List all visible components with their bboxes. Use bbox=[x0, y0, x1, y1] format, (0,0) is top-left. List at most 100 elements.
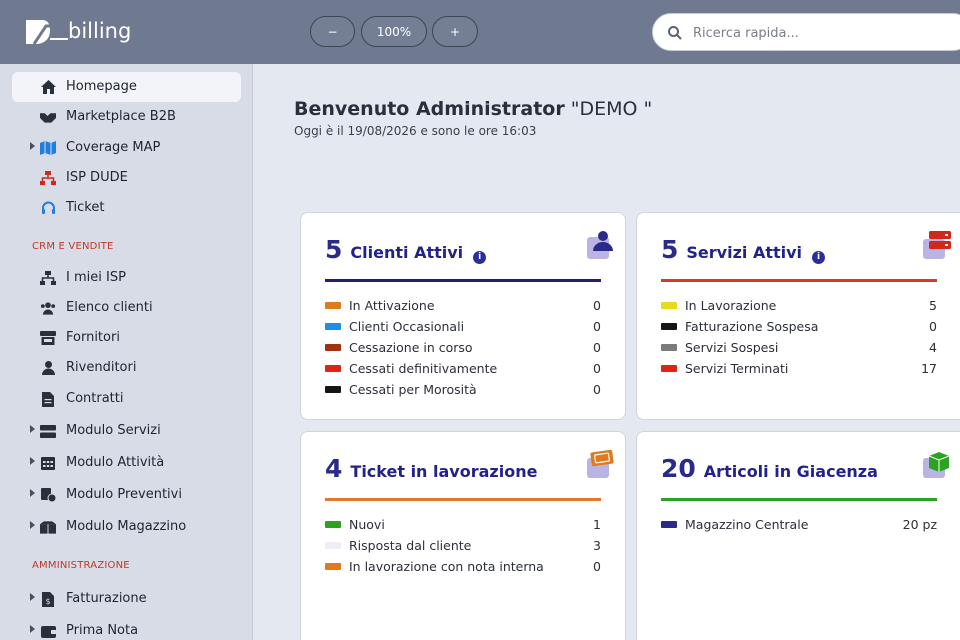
logo-text: billing bbox=[68, 19, 132, 43]
sidebar-item-label: ISP DUDE bbox=[66, 170, 128, 185]
status-value: 0 bbox=[593, 361, 601, 376]
map-icon bbox=[40, 140, 56, 156]
sidebar-item-modulo-magazzino[interactable]: Modulo Magazzino bbox=[12, 512, 241, 542]
sidebar-item-label: Homepage bbox=[66, 79, 137, 94]
chevron-right-icon bbox=[30, 489, 35, 497]
status-list: In Attivazione 0 Clienti Occasionali 0 C… bbox=[325, 296, 601, 401]
status-row[interactable]: Nuovi 1 bbox=[325, 515, 601, 536]
user-icon bbox=[587, 231, 613, 259]
chevron-right-icon bbox=[30, 457, 35, 465]
status-label: Servizi Sospesi bbox=[685, 340, 779, 355]
card-rule bbox=[325, 279, 601, 282]
status-swatch bbox=[661, 344, 677, 351]
sidebar-item-label: Coverage MAP bbox=[66, 140, 161, 155]
card-rule bbox=[325, 498, 601, 501]
sidebar-item-homepage[interactable]: Homepage bbox=[12, 72, 241, 102]
sidebar-item-label: Fatturazione bbox=[66, 591, 147, 606]
sidebar-item-isp-dude[interactable]: ISP DUDE bbox=[12, 163, 241, 193]
sidebar-item-modulo-attivita[interactable]: Modulo Attività bbox=[12, 448, 241, 478]
card-clienti-attivi[interactable]: 5 Clienti Attivi i In Attivazione 0 Clie… bbox=[300, 212, 626, 420]
card-count: 20 bbox=[661, 454, 696, 483]
date-text: Oggi è il 19/08/2026 e sono le ore 16:03 bbox=[294, 124, 537, 138]
status-label: Cessati per Morosità bbox=[349, 382, 477, 397]
zoom-in-button[interactable]: + bbox=[432, 16, 478, 47]
sidebar-item-elenco-clienti[interactable]: Elenco clienti bbox=[12, 293, 241, 323]
welcome-heading: Benvenuto Administrator "DEMO " bbox=[294, 98, 652, 120]
store-icon bbox=[40, 330, 56, 346]
ticket-icon bbox=[587, 449, 614, 478]
status-row[interactable]: Cessati definitivamente 0 bbox=[325, 359, 601, 380]
status-swatch bbox=[325, 302, 341, 309]
card-ticket-in-lavorazione[interactable]: 4 Ticket in lavorazione Nuovi 1 Risposta… bbox=[300, 431, 626, 640]
status-value: 0 bbox=[593, 382, 601, 397]
sidebar-item-label: Elenco clienti bbox=[66, 300, 153, 315]
status-list: Magazzino Centrale 20 pz bbox=[661, 515, 937, 536]
sidebar-item-label: Modulo Servizi bbox=[66, 423, 161, 438]
status-row[interactable]: Servizi Sospesi 4 bbox=[661, 338, 937, 359]
status-row[interactable]: Magazzino Centrale 20 pz bbox=[661, 515, 937, 536]
headset-icon bbox=[40, 200, 56, 216]
status-list: In Lavorazione 5 Fatturazione Sospesa 0 … bbox=[661, 296, 937, 380]
status-row[interactable]: In Lavorazione 5 bbox=[661, 296, 937, 317]
card-count: 4 bbox=[325, 454, 343, 483]
card-rule bbox=[661, 279, 937, 282]
sidebar-item-modulo-preventivi[interactable]: Modulo Preventivi bbox=[12, 480, 241, 510]
status-row[interactable]: Clienti Occasionali 0 bbox=[325, 317, 601, 338]
status-value: 0 bbox=[929, 319, 937, 334]
status-value: 3 bbox=[593, 538, 601, 553]
box-icon bbox=[923, 452, 950, 478]
info-icon[interactable]: i bbox=[473, 251, 487, 264]
sidebar-item-prima-nota[interactable]: Prima Nota bbox=[12, 616, 241, 640]
network-icon bbox=[40, 270, 56, 286]
status-swatch bbox=[325, 542, 341, 549]
chevron-right-icon bbox=[30, 625, 35, 633]
app-logo[interactable]: billing bbox=[24, 18, 131, 46]
sidebar-item-rivenditori[interactable]: Rivenditori bbox=[12, 353, 241, 383]
search-input[interactable] bbox=[693, 22, 943, 44]
quick-search[interactable] bbox=[652, 13, 960, 51]
status-row[interactable]: Servizi Terminati 17 bbox=[661, 359, 937, 380]
user-tie-icon bbox=[40, 360, 56, 376]
status-row[interactable]: Risposta dal cliente 3 bbox=[325, 536, 601, 557]
info-icon[interactable]: i bbox=[812, 251, 826, 264]
calendar-icon bbox=[40, 455, 56, 471]
status-label: Cessati definitivamente bbox=[349, 361, 498, 376]
chevron-right-icon bbox=[30, 425, 35, 433]
sidebar-item-marketplace[interactable]: Marketplace B2B bbox=[12, 102, 241, 132]
sidebar-item-fatturazione[interactable]: $ Fatturazione bbox=[12, 584, 241, 614]
card-servizi-attivi[interactable]: 5 Servizi Attivi i In Lavorazione 5 Fatt… bbox=[636, 212, 960, 420]
logo-mark-icon bbox=[26, 20, 68, 45]
sidebar-item-label: Contratti bbox=[66, 391, 124, 406]
sidebar-item-coverage-map[interactable]: Coverage MAP bbox=[12, 133, 241, 163]
sidebar-item-miei-isp[interactable]: I miei ISP bbox=[12, 263, 241, 293]
status-value: 5 bbox=[929, 298, 937, 313]
status-value: 20 pz bbox=[902, 517, 937, 532]
sidebar-item-modulo-servizi[interactable]: Modulo Servizi bbox=[12, 416, 241, 446]
sidebar-item-fornitori[interactable]: Fornitori bbox=[12, 323, 241, 353]
status-swatch bbox=[325, 344, 341, 351]
status-swatch bbox=[325, 563, 341, 570]
status-row[interactable]: Cessazione in corso 0 bbox=[325, 338, 601, 359]
home-icon bbox=[40, 79, 56, 95]
zoom-level-button[interactable]: 100% bbox=[361, 16, 427, 47]
status-swatch bbox=[325, 386, 341, 393]
svg-text:$: $ bbox=[45, 597, 50, 606]
sidebar-item-ticket[interactable]: Ticket bbox=[12, 193, 241, 223]
status-row[interactable]: Cessati per Morosità 0 bbox=[325, 380, 601, 401]
status-row[interactable]: In lavorazione con nota interna 0 bbox=[325, 557, 601, 578]
zoom-out-button[interactable]: − bbox=[310, 16, 355, 47]
status-row[interactable]: Fatturazione Sospesa 0 bbox=[661, 317, 937, 338]
chevron-right-icon bbox=[30, 521, 35, 529]
section-title-admin: AMMINISTRAZIONE bbox=[32, 560, 130, 571]
card-count: 5 bbox=[325, 235, 343, 264]
status-value: 0 bbox=[593, 319, 601, 334]
wallet-icon bbox=[40, 623, 56, 639]
status-label: In Lavorazione bbox=[685, 298, 777, 313]
card-articoli-in-giacenza[interactable]: 20 Articoli in Giacenza Magazzino Centra… bbox=[636, 431, 960, 640]
sidebar-item-contratti[interactable]: Contratti bbox=[12, 384, 241, 414]
status-label: Cessazione in corso bbox=[349, 340, 473, 355]
status-row[interactable]: In Attivazione 0 bbox=[325, 296, 601, 317]
status-swatch bbox=[661, 521, 677, 528]
status-value: 4 bbox=[929, 340, 937, 355]
server-icon bbox=[40, 423, 56, 439]
